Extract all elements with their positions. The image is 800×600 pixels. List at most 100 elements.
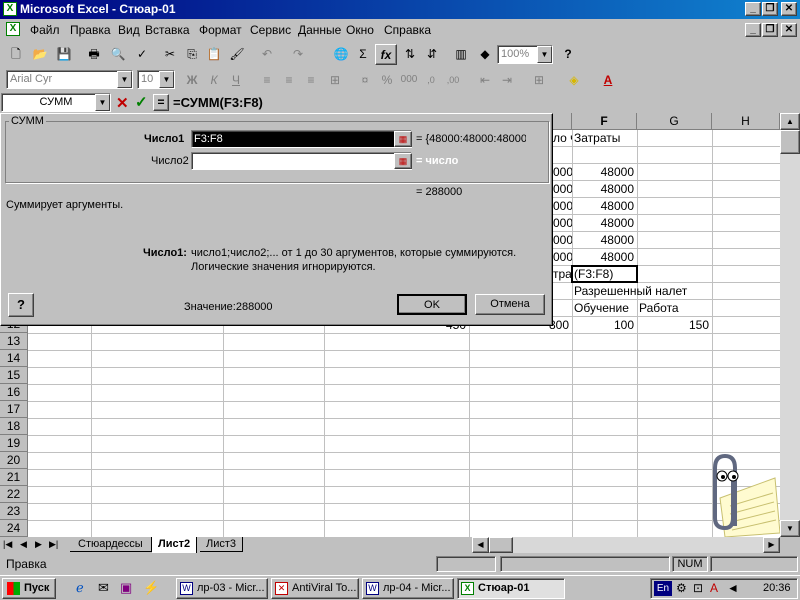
cell-e9[interactable]: трат xyxy=(553,266,572,282)
currency-icon[interactable]: ¤ xyxy=(354,70,376,91)
menu-data[interactable]: Данные xyxy=(298,23,341,37)
cell-g12[interactable]: 150 xyxy=(637,317,712,333)
cell-f3[interactable]: 48000 xyxy=(572,164,637,180)
print-icon[interactable]: 🖶 xyxy=(83,44,105,65)
row-header-17[interactable]: 17 xyxy=(0,401,28,418)
maximize-button[interactable]: ❐ xyxy=(762,2,778,16)
font-size-combo[interactable]: 10 ▼ xyxy=(137,70,175,89)
row-header-23[interactable]: 23 xyxy=(0,503,28,520)
cut-icon[interactable]: ✂ xyxy=(159,44,181,65)
bold-button[interactable]: Ж xyxy=(181,70,203,91)
doc-restore-button[interactable]: ❐ xyxy=(762,23,778,37)
help-icon[interactable]: ? xyxy=(557,44,579,65)
cell-e4[interactable]: 000 xyxy=(553,181,572,197)
increase-decimal-icon[interactable]: ,0 xyxy=(420,70,442,91)
tray-volume-icon[interactable]: ◄ xyxy=(727,581,739,595)
cell-f7[interactable]: 48000 xyxy=(572,232,637,248)
hyperlink-icon[interactable]: 🌐 xyxy=(330,44,352,65)
tab-first-icon[interactable]: |◀ xyxy=(3,539,12,550)
office-assistant-clip-icon[interactable] xyxy=(695,448,780,537)
align-center-icon[interactable]: ≡ xyxy=(278,70,300,91)
menu-tools[interactable]: Сервис xyxy=(250,23,291,37)
tool-quicklaunch-icon[interactable]: ⚡ xyxy=(143,580,159,596)
arg1-collapse-icon[interactable]: ▦ xyxy=(394,131,412,147)
cell-e2[interactable]: ло ч xyxy=(553,130,572,146)
workbook-icon[interactable]: X xyxy=(6,22,20,36)
sort-desc-icon[interactable]: ⇵ xyxy=(421,44,443,65)
cell-f6[interactable]: 48000 xyxy=(572,215,637,231)
row-header-24[interactable]: 24 xyxy=(0,520,28,537)
ok-button[interactable]: OK xyxy=(397,294,467,315)
chart-wizard-icon[interactable]: ▥ xyxy=(450,44,472,65)
menu-view[interactable]: Вид xyxy=(118,23,140,37)
tab-sheet-1[interactable]: Стюардессы xyxy=(70,537,152,552)
function-icon[interactable]: fx xyxy=(375,44,397,65)
doc-close-button[interactable]: ✕ xyxy=(781,23,797,37)
menu-help[interactable]: Справка xyxy=(384,23,431,37)
font-combo[interactable]: Arial Cyr ▼ xyxy=(6,70,133,89)
arg1-input[interactable]: F3:F8 xyxy=(191,130,412,148)
column-header-h[interactable]: H xyxy=(712,113,780,130)
preview-icon[interactable]: 🔍 xyxy=(107,44,129,65)
align-right-icon[interactable]: ≡ xyxy=(300,70,322,91)
row-header-19[interactable]: 19 xyxy=(0,435,28,452)
excel-app-icon[interactable]: X xyxy=(3,2,17,16)
zoom-combo[interactable]: 100% ▼ xyxy=(497,45,553,64)
cell-e8[interactable]: 000 xyxy=(553,249,572,265)
italic-button[interactable]: К xyxy=(203,70,225,91)
cell-e3[interactable]: 000 xyxy=(553,164,572,180)
cell-f5[interactable]: 48000 xyxy=(572,198,637,214)
format-painter-icon[interactable]: 🖌 xyxy=(226,44,248,65)
decrease-decimal-icon[interactable]: ,00 xyxy=(442,70,464,91)
row-header-22[interactable]: 22 xyxy=(0,486,28,503)
undo-icon[interactable]: ↶ xyxy=(256,44,278,65)
task-lr04[interactable]: W лр-04 - Micr... xyxy=(362,578,454,599)
autosum-icon[interactable]: Σ xyxy=(352,44,374,65)
column-header-e-stub[interactable] xyxy=(553,113,572,130)
close-button[interactable]: ✕ xyxy=(781,2,797,16)
merge-center-icon[interactable]: ⊞ xyxy=(324,70,346,91)
menu-insert[interactable]: Вставка xyxy=(145,23,190,37)
new-icon[interactable]: 🗋 xyxy=(5,44,27,65)
cell-f10[interactable]: Разрешенный налет xyxy=(574,283,734,299)
redo-icon[interactable]: ↷ xyxy=(287,44,309,65)
ie-quicklaunch-icon[interactable]: ℯ xyxy=(76,580,84,596)
sort-asc-icon[interactable]: ⇅ xyxy=(399,44,421,65)
arg2-input[interactable] xyxy=(191,152,412,170)
menu-window[interactable]: Окно xyxy=(346,23,374,37)
save-quicklaunch-icon[interactable]: ▣ xyxy=(120,580,132,596)
row-header-16[interactable]: 16 xyxy=(0,384,28,401)
tab-last-icon[interactable]: ▶| xyxy=(49,539,58,550)
scroll-left-icon[interactable]: ◀ xyxy=(472,537,489,553)
doc-minimize-button[interactable]: _ xyxy=(745,23,761,37)
cell-e6[interactable]: 000 xyxy=(553,215,572,231)
drawing-icon[interactable]: ◆ xyxy=(474,44,496,65)
increase-indent-icon[interactable]: ⇥ xyxy=(496,70,518,91)
tab-sheet-3[interactable]: Лист3 xyxy=(200,537,244,552)
start-button[interactable]: Пуск xyxy=(2,578,56,599)
cancel-entry-icon[interactable]: ✕ xyxy=(116,94,129,112)
row-header-15[interactable]: 15 xyxy=(0,367,28,384)
cell-f11[interactable]: Обучение xyxy=(574,300,637,316)
tab-next-icon[interactable]: ▶ xyxy=(35,539,42,550)
decrease-indent-icon[interactable]: ⇤ xyxy=(474,70,496,91)
save-icon[interactable]: 💾 xyxy=(53,44,75,65)
task-excel-active[interactable]: X Стюар-01 xyxy=(457,578,565,599)
vertical-scrollbar[interactable]: ▲ ▼ xyxy=(780,113,800,537)
name-box[interactable]: СУММ ▼ xyxy=(1,93,111,112)
spelling-icon[interactable]: ✓ xyxy=(131,44,153,65)
scroll-thumb[interactable] xyxy=(780,130,800,154)
cancel-button[interactable]: Отмена xyxy=(475,294,545,315)
underline-button[interactable]: Ч xyxy=(225,70,247,91)
scroll-right-icon[interactable]: ▶ xyxy=(763,537,780,553)
fill-color-icon[interactable]: ◈ xyxy=(563,70,585,91)
menu-edit[interactable]: Правка xyxy=(70,23,111,37)
row-header-18[interactable]: 18 xyxy=(0,418,28,435)
font-color-icon[interactable]: A xyxy=(597,70,619,91)
row-header-14[interactable]: 14 xyxy=(0,350,28,367)
dialog-help-icon[interactable]: ? xyxy=(8,293,34,317)
horizontal-scrollbar[interactable]: ◀ ▶ xyxy=(472,537,780,553)
column-header-f[interactable]: F xyxy=(572,113,637,130)
paste-icon[interactable]: 📋 xyxy=(203,44,225,65)
hscroll-thumb[interactable] xyxy=(489,537,513,553)
